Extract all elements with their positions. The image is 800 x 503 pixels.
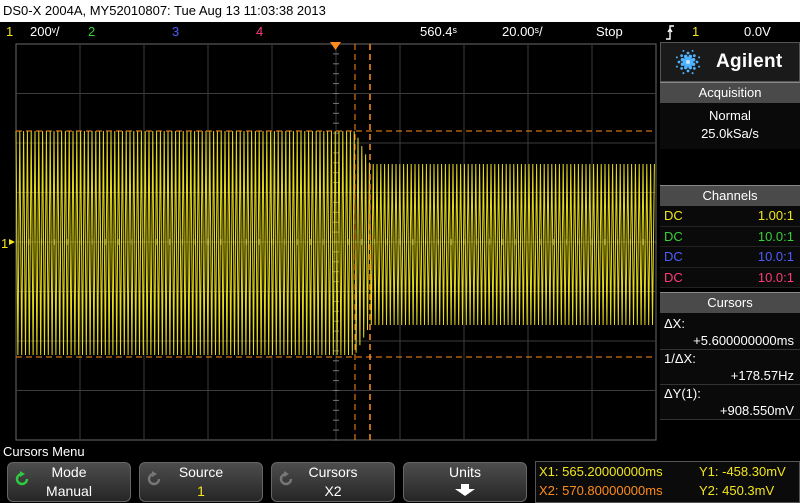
delta-y-label: ΔY(1): (664, 386, 701, 401)
ch3-number[interactable]: 3 (172, 22, 179, 42)
knob-arrow-icon (15, 471, 29, 486)
ch1-probe: 1.00:1 (757, 208, 794, 223)
y2-readout: Y2: 450.3mV (699, 483, 775, 498)
acquisition-mode: Normal (709, 108, 751, 123)
channels-header[interactable]: Channels (660, 185, 800, 206)
ch4-number[interactable]: 4 (256, 22, 263, 42)
knob-arrow-icon (279, 471, 293, 486)
menu-title: Cursors Menu (0, 443, 800, 460)
mode-softkey[interactable]: Mode Manual (7, 462, 131, 502)
ch1-number[interactable]: 1 (6, 22, 13, 42)
channel-row-2: DC 10.0:1 (660, 227, 800, 247)
acquisition-section: Acquisition Normal 25.0kSa/s (660, 82, 800, 149)
time-scale: 20.00ˢ/ (502, 24, 543, 39)
ch3-probe: 10.0:1 (757, 249, 794, 264)
agilent-spark-icon (675, 49, 701, 75)
ch3-coupling: DC (664, 249, 683, 264)
side-panel: Agilent Acquisition Normal 25.0kSa/s Cha… (660, 42, 800, 443)
ch1-coupling: DC (664, 208, 683, 223)
run-state: Stop (596, 24, 623, 39)
y1-readout: Y1: -458.30mV (699, 464, 786, 479)
inverse-delta-x-label: 1/ΔX: (664, 351, 696, 366)
cursor-readout: X1: 565.20000000ms X2: 570.80000000ms Y1… (535, 461, 800, 503)
cursors-section: Cursors ΔX: +5.600000000ms 1/ΔX: +178.57… (660, 292, 800, 420)
ch4-coupling: DC (664, 269, 683, 285)
time-delay: 560.4ˢ (420, 24, 457, 39)
ch1-scale: 200ᵛ/ (30, 24, 60, 39)
inverse-delta-x-value: +178.57Hz (660, 367, 800, 385)
units-softkey[interactable]: Units (403, 462, 527, 502)
waveform-display[interactable]: 1 (0, 42, 660, 443)
sample-rate: 25.0kSa/s (701, 126, 759, 141)
cursors-header[interactable]: Cursors (660, 292, 800, 313)
x2-readout: X2: 570.80000000ms (539, 483, 663, 498)
channel-row-3: DC 10.0:1 (660, 247, 800, 268)
ch2-number[interactable]: 2 (88, 22, 95, 42)
knob-arrow-icon (147, 471, 161, 486)
units-label: Units (449, 464, 481, 480)
down-arrow-icon (455, 484, 475, 496)
delta-x-value: +5.600000000ms (660, 332, 800, 350)
channel-row-1: DC 1.00:1 (660, 206, 800, 227)
channel-row-4: DC 10.0:1 (660, 268, 800, 288)
trigger-level: 0.0V (744, 24, 771, 39)
ch1-ground-marker[interactable]: 1 (1, 236, 8, 251)
source-softkey[interactable]: Source 1 (139, 462, 263, 502)
delta-x-label: ΔX: (664, 316, 685, 331)
x1-readout: X1: 565.20000000ms (539, 464, 663, 479)
ch4-probe: 10.0:1 (757, 269, 794, 285)
status-bar: 1 200ᵛ/ 2 3 4 560.4ˢ 20.00ˢ/ Stop 1 0.0V (0, 22, 800, 42)
channels-section: Channels DC 1.00:1 DC 10.0:1 DC 10.0:1 D… (660, 185, 800, 288)
window-title: DS0-X 2004A, MY52010807: Tue Aug 13 11:0… (0, 0, 800, 22)
brand-logo: Agilent (660, 42, 800, 82)
acquisition-header[interactable]: Acquisition (660, 82, 800, 103)
brand-name: Agilent (716, 51, 783, 72)
ch2-probe: 10.0:1 (757, 228, 794, 244)
trigger-source: 1 (692, 24, 700, 39)
cursors-softkey[interactable]: Cursors X2 (271, 462, 395, 502)
delta-y-value: +908.550mV (660, 402, 800, 420)
ch2-coupling: DC (664, 228, 683, 244)
